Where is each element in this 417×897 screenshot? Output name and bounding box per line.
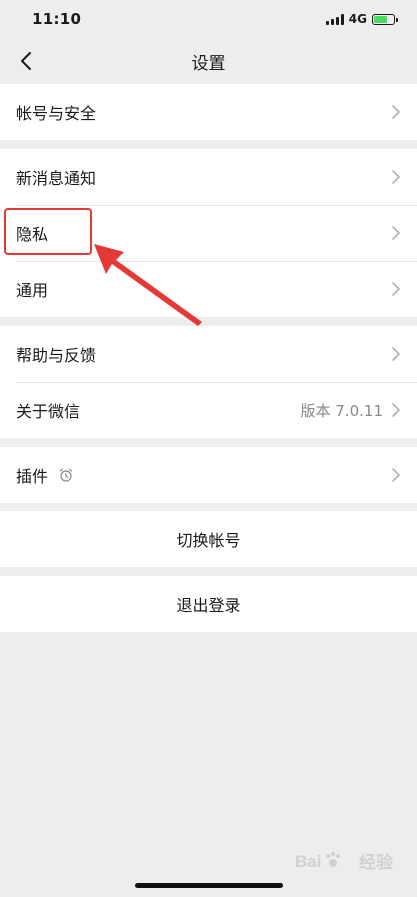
home-indicator [135,883,283,888]
row-plugins[interactable]: 插件 [0,447,417,503]
row-account-security[interactable]: 帐号与安全 [0,84,417,140]
switch-account-label: 切换帐号 [176,531,241,550]
logout-group: 退出登录 [0,576,417,632]
watermark: Bai 经验 [295,848,393,873]
battery-icon [372,13,398,25]
paw-logo-icon: Bai [295,851,340,871]
nav-bar: 设置 [0,38,417,84]
settings-group-account: 帐号与安全 [0,84,417,140]
row-general[interactable]: 通用 [0,261,417,317]
chevron-right-icon [391,104,401,120]
version-value: 版本 7.0.11 [300,401,383,420]
network-type: 4G [348,12,367,26]
chevron-right-icon [391,225,401,241]
chevron-right-icon [391,346,401,362]
logout-label: 退出登录 [176,596,241,615]
chevron-left-icon [21,52,31,70]
svg-text:Bai: Bai [295,852,321,871]
row-label: 关于微信 [16,402,81,421]
row-label: 插件 [16,467,49,486]
logout-button[interactable]: 退出登录 [0,576,417,632]
settings-group-help: 帮助与反馈 关于微信 版本 7.0.11 [0,326,417,438]
chevron-right-icon [391,467,401,483]
chevron-right-icon [391,169,401,185]
back-button[interactable] [14,49,38,73]
settings-group-plugins: 插件 [0,447,417,503]
watermark-text: 经验 [359,853,393,873]
row-label: 新消息通知 [16,169,97,188]
switch-account-group: 切换帐号 [0,511,417,567]
chevron-right-icon [391,402,401,418]
switch-account-button[interactable]: 切换帐号 [0,511,417,567]
settings-group-general: 新消息通知 隐私 通用 [0,149,417,317]
row-label: 隐私 [16,225,49,244]
status-indicators: 4G [325,12,398,26]
row-label: 帐号与安全 [16,104,97,123]
chevron-right-icon [391,281,401,297]
row-about[interactable]: 关于微信 版本 7.0.11 [0,382,417,438]
signal-icon [325,13,344,25]
row-notifications[interactable]: 新消息通知 [0,149,417,205]
row-help-feedback[interactable]: 帮助与反馈 [0,326,417,382]
row-label: 帮助与反馈 [16,346,97,365]
row-privacy[interactable]: 隐私 [0,205,417,261]
status-bar: 11:10 4G [0,0,417,38]
row-label: 通用 [16,281,49,300]
status-time: 11:10 [32,10,82,28]
alarm-clock-icon [58,467,74,483]
page-title: 设置 [191,53,226,74]
